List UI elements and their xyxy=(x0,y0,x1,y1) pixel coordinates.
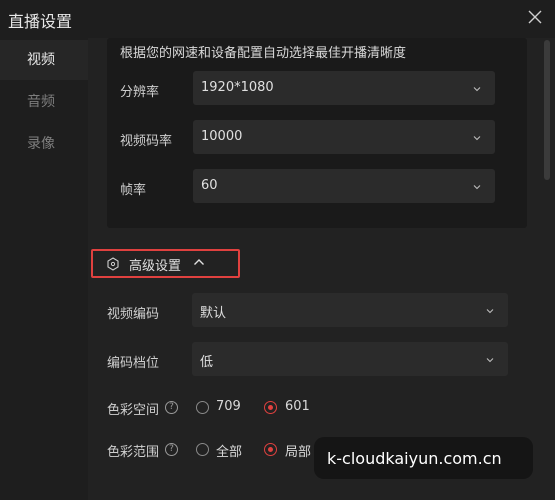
watermark: k-cloudkaiyun.com.cn xyxy=(314,437,533,479)
close-button[interactable] xyxy=(524,6,546,28)
encoder-value: 默认 xyxy=(200,306,227,321)
sidebar-item-audio[interactable]: 音频 xyxy=(0,82,88,122)
window-title: 直播设置 xyxy=(8,12,73,31)
title-bar: 直播设置 xyxy=(0,0,555,38)
sidebar: 视频 音频 录像 xyxy=(0,38,88,500)
framerate-label: 帧率 xyxy=(120,183,147,198)
bitrate-value: 10000 xyxy=(201,129,243,144)
chevron-down-icon xyxy=(473,185,481,190)
profile-label: 编码档位 xyxy=(107,356,160,371)
color-range-full-radio[interactable] xyxy=(196,443,209,456)
framerate-value: 60 xyxy=(201,178,218,193)
chevron-down-icon xyxy=(473,136,481,141)
settings-hex-icon xyxy=(107,257,119,271)
color-range-full-label: 全部 xyxy=(216,445,243,460)
color-range-limited-radio[interactable] xyxy=(264,443,277,456)
resolution-label: 分辨率 xyxy=(120,85,160,100)
profile-select[interactable]: 低 xyxy=(192,342,508,376)
watermark-text: k-cloudkaiyun.com.cn xyxy=(327,449,502,468)
advanced-settings-title: 高级设置 xyxy=(129,259,182,274)
scrollbar[interactable] xyxy=(544,40,550,180)
color-range-limited-label: 局部 xyxy=(285,445,312,460)
help-icon[interactable]: ? xyxy=(165,401,178,414)
framerate-select[interactable]: 60 xyxy=(193,169,495,203)
auto-quality-hint: 根据您的网速和设备配置自动选择最佳开播清晰度 xyxy=(120,46,407,61)
chevron-up-icon xyxy=(194,259,204,265)
sidebar-item-recording[interactable]: 录像 xyxy=(0,124,88,164)
help-icon[interactable]: ? xyxy=(165,443,178,456)
profile-value: 低 xyxy=(200,355,214,370)
resolution-select[interactable]: 1920*1080 xyxy=(193,71,495,105)
chevron-down-icon xyxy=(486,309,494,314)
color-space-label: 色彩空间 xyxy=(107,403,160,418)
close-icon[interactable] xyxy=(524,6,546,28)
color-space-601-label: 601 xyxy=(285,399,310,414)
resolution-value: 1920*1080 xyxy=(201,80,274,95)
chevron-down-icon xyxy=(473,87,481,92)
encoder-select[interactable]: 默认 xyxy=(192,293,508,327)
bitrate-select[interactable]: 10000 xyxy=(193,120,495,154)
color-range-label: 色彩范围 xyxy=(107,445,160,460)
color-space-709-label: 709 xyxy=(216,399,241,414)
bitrate-label: 视频码率 xyxy=(120,134,173,149)
chevron-down-icon xyxy=(486,358,494,363)
encoder-label: 视频编码 xyxy=(107,307,160,322)
color-space-601-radio[interactable] xyxy=(264,401,277,414)
color-space-709-radio[interactable] xyxy=(196,401,209,414)
advanced-settings-toggle[interactable]: 高级设置 xyxy=(91,249,240,278)
sidebar-item-video[interactable]: 视频 xyxy=(0,40,88,80)
